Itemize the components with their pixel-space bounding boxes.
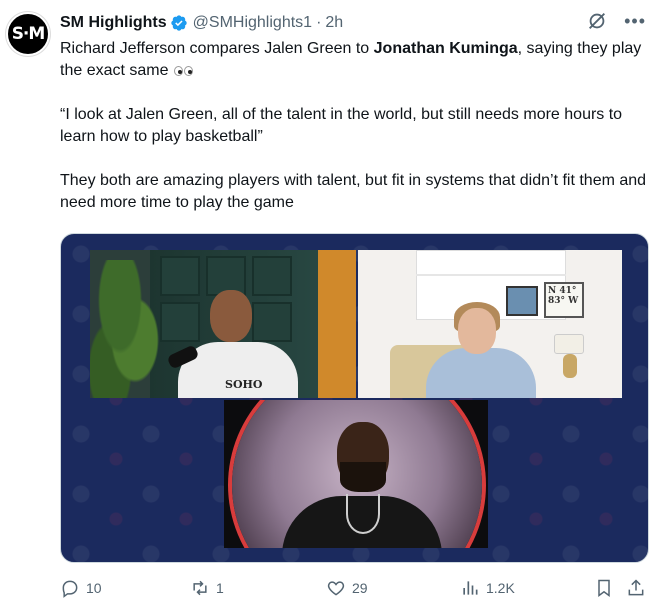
repost-icon: [193, 580, 207, 596]
framed-picture: [506, 286, 538, 316]
speaker-chain: [346, 494, 380, 534]
speaker-beard: [340, 462, 386, 492]
wall-panel: [252, 302, 292, 342]
reply-button[interactable]: 10: [60, 578, 102, 598]
views-count: 1.2K: [486, 580, 515, 596]
host-head: [210, 290, 252, 342]
eyes-emoji-icon: [173, 65, 195, 76]
avatar-text: S·M: [11, 24, 46, 44]
verified-badge-icon[interactable]: [170, 14, 188, 32]
timestamp[interactable]: 2h: [325, 14, 343, 32]
reply-icon: [62, 580, 78, 598]
bookmark-button[interactable]: [594, 578, 614, 598]
header-actions: •••: [586, 10, 646, 32]
plant: [90, 260, 160, 398]
repost-button[interactable]: 1: [190, 578, 224, 598]
share-button[interactable]: [626, 578, 646, 598]
views-button[interactable]: 1.2K: [460, 578, 515, 598]
orange-wall: [318, 250, 356, 398]
like-button[interactable]: 29: [326, 578, 368, 598]
separator-dot: ·: [316, 14, 322, 31]
guest-body: [426, 348, 536, 398]
tweet-paragraph-2: “I look at Jalen Green, all of the talen…: [60, 106, 623, 145]
tweet-actions: 10 1 29 1.2K: [54, 578, 650, 604]
views-icon: [463, 581, 478, 595]
shelf-board: [416, 274, 566, 276]
wall-panel: [252, 256, 292, 296]
tweet-card[interactable]: S·M SM Highlights @SMHighlights1 · 2h ••…: [0, 0, 660, 609]
video-frame-right: N 41° 83° W: [358, 250, 622, 398]
tweet-header: SM Highlights @SMHighlights1 · 2h: [60, 12, 343, 34]
wall-panel: [160, 302, 200, 342]
more-icon[interactable]: •••: [624, 12, 646, 30]
like-icon: [327, 581, 345, 596]
share-icon: [628, 579, 644, 596]
lamp-base: [563, 354, 577, 378]
tweet-paragraph-3: They both are amazing players with talen…: [60, 172, 647, 211]
video-frame-left: SOHO: [90, 250, 356, 398]
reply-count: 10: [86, 580, 102, 596]
video-frame-center: [224, 400, 488, 548]
tweet-text: Richard Jefferson compares Jalen Green t…: [60, 38, 652, 236]
grok-icon[interactable]: [586, 10, 608, 32]
display-name[interactable]: SM Highlights: [60, 14, 167, 32]
wall-panel: [160, 256, 200, 296]
avatar[interactable]: S·M: [6, 12, 50, 56]
handle[interactable]: @SMHighlights1: [193, 14, 312, 32]
like-count: 29: [352, 580, 368, 596]
tweet-line1-prefix: Richard Jefferson compares Jalen Green t…: [60, 40, 374, 57]
shirt-text: SOHO: [225, 378, 263, 391]
tweet-mention-bold: Jonathan Kuminga: [373, 40, 518, 57]
tweet-paragraph-1: Richard Jefferson compares Jalen Green t…: [60, 38, 652, 82]
bookmark-icon: [598, 579, 610, 597]
video-media[interactable]: SOHO N 41° 83° W: [60, 233, 649, 563]
repost-count: 1: [216, 580, 224, 596]
coordinates-sign: N 41° 83° W: [544, 282, 584, 318]
guest-head: [458, 308, 496, 354]
lamp-shade: [554, 334, 584, 354]
